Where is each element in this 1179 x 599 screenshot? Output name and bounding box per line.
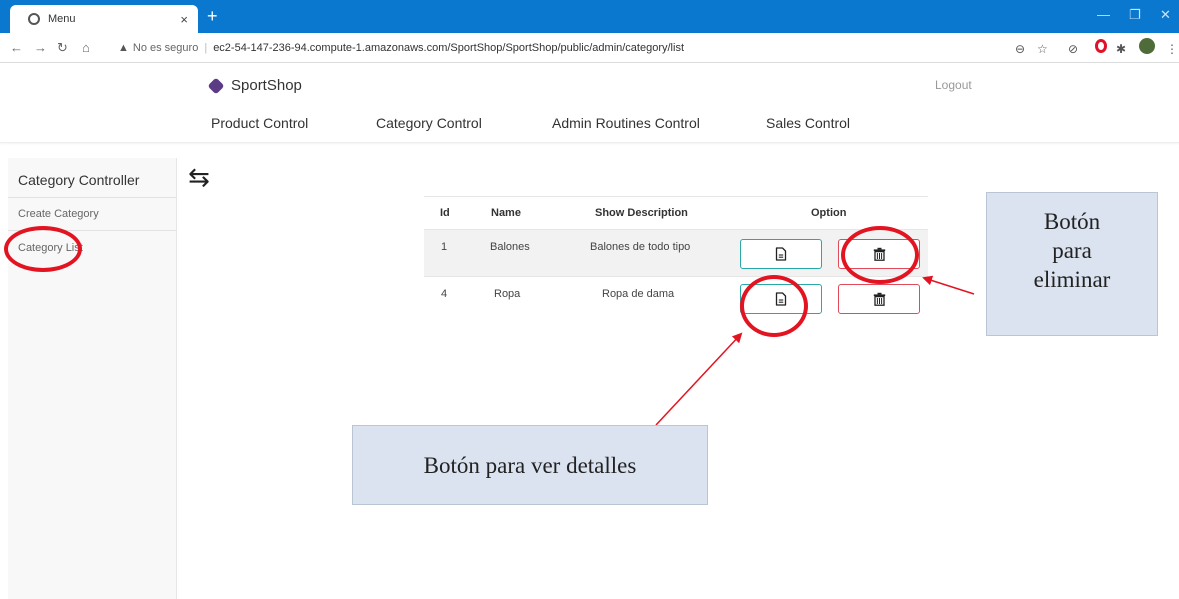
- highlight-ellipse: [841, 226, 919, 284]
- divider: [424, 196, 928, 197]
- document-icon: [775, 247, 787, 261]
- warning-icon: ▲: [118, 42, 129, 54]
- brand-name: SportShop: [231, 77, 302, 94]
- minimize-icon[interactable]: —: [1097, 7, 1110, 22]
- delete-callout: Botón para eliminar: [986, 192, 1158, 336]
- column-header-option: Option: [811, 207, 847, 219]
- zoom-icon[interactable]: ⊖: [1015, 42, 1025, 56]
- sidebar: Category Controller Create Category Cate…: [8, 158, 177, 599]
- nav-category-control[interactable]: Category Control: [376, 115, 482, 131]
- globe-icon: [28, 13, 40, 25]
- cell-description: Ropa de dama: [602, 288, 675, 300]
- sidebar-item-create-category[interactable]: Create Category: [18, 208, 99, 220]
- back-icon[interactable]: ←: [10, 40, 23, 55]
- divider: [8, 197, 177, 198]
- cell-description: Balones de todo tipo: [590, 241, 691, 253]
- logout-link[interactable]: Logout: [935, 78, 972, 92]
- nav-admin-routines-control[interactable]: Admin Routines Control: [552, 115, 700, 131]
- separator: |: [204, 42, 208, 54]
- trash-icon: [873, 292, 885, 306]
- arrow-to-details: [655, 332, 743, 426]
- highlight-ellipse: [4, 226, 82, 272]
- nav-product-control[interactable]: Product Control: [211, 115, 308, 131]
- sidebar-title: Category Controller: [18, 172, 140, 188]
- column-header-name: Name: [491, 207, 521, 219]
- cell-id: 4: [441, 288, 448, 300]
- callout-line: eliminar: [1033, 267, 1111, 292]
- brand-logo-icon: [207, 77, 225, 94]
- column-header-id: Id: [440, 207, 450, 219]
- tab-close-icon[interactable]: ×: [180, 12, 188, 27]
- block-icon[interactable]: ⊘: [1068, 42, 1078, 56]
- arrow-to-delete: [922, 275, 975, 295]
- app-header: SportShop Logout Product Control Categor…: [0, 63, 1179, 143]
- menu-dots-icon[interactable]: ⋮: [1166, 42, 1178, 56]
- reload-icon[interactable]: ↻: [57, 40, 68, 56]
- sidebar-toggle-icon[interactable]: ⇆: [188, 162, 210, 193]
- url-field[interactable]: ▲ No es seguro | ec2-54-147-236-94.compu…: [118, 37, 1003, 59]
- address-bar-row: ← → ↻ ⌂ ▲ No es seguro | ec2-54-147-236-…: [0, 33, 1179, 63]
- security-label: No es seguro: [132, 42, 199, 54]
- browser-tab[interactable]: Menu ×: [10, 5, 198, 33]
- window-close-icon[interactable]: ✕: [1160, 7, 1171, 23]
- cell-name: Ropa: [494, 288, 521, 300]
- callout-line: Botón: [1043, 209, 1101, 234]
- home-icon[interactable]: ⌂: [82, 40, 90, 55]
- bookmark-star-icon[interactable]: ☆: [1037, 42, 1048, 56]
- details-callout: Botón para ver detalles: [352, 425, 708, 505]
- avatar[interactable]: [1139, 38, 1155, 54]
- cell-name: Balones: [490, 241, 530, 253]
- tab-title: Menu: [48, 13, 76, 25]
- column-header-description: Show Description: [595, 207, 688, 219]
- forward-icon[interactable]: →: [34, 40, 47, 55]
- view-details-button[interactable]: [740, 239, 822, 269]
- nav-sales-control[interactable]: Sales Control: [766, 115, 850, 131]
- opera-icon[interactable]: [1095, 39, 1107, 53]
- new-tab-icon[interactable]: +: [207, 6, 218, 27]
- callout-text: Botón para ver detalles: [423, 453, 637, 478]
- cell-id: 1: [441, 241, 448, 253]
- extensions-icon[interactable]: ✱: [1116, 42, 1126, 56]
- browser-tab-bar: Menu × + — ❐ ✕: [0, 0, 1179, 33]
- maximize-icon[interactable]: ❐: [1129, 7, 1141, 23]
- screenshot: Menu × + — ❐ ✕ ← → ↻ ⌂ ▲ No es seguro | …: [0, 0, 1179, 599]
- url-text: ec2-54-147-236-94.compute-1.amazonaws.co…: [213, 42, 685, 54]
- highlight-ellipse: [740, 275, 808, 337]
- delete-button[interactable]: [838, 284, 920, 314]
- callout-line: para: [1052, 238, 1092, 263]
- brand[interactable]: SportShop: [207, 77, 302, 94]
